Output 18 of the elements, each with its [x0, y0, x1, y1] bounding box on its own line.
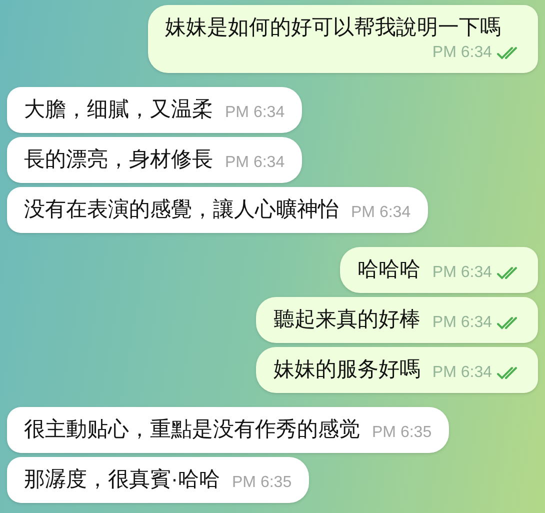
message-time: PM 6:34: [432, 313, 492, 333]
message-text: 聽起来真的好棒: [273, 307, 420, 333]
message-text: 妹妹是如何的好可以帮我說明一下嗎: [165, 15, 501, 41]
message-time: PM 6:34: [432, 263, 492, 283]
message-text: 没有在表演的感覺，讓人心曠神怡: [24, 197, 339, 223]
message-time: PM 6:34: [225, 103, 285, 123]
message-time: PM 6:34: [432, 363, 492, 383]
message-time: PM 6:34: [432, 43, 492, 63]
message-text: 哈哈哈: [357, 257, 420, 283]
message-time: PM 6:34: [351, 203, 411, 223]
message-text: 妹妹的服务好嗎: [273, 357, 420, 383]
message-time: PM 6:34: [225, 153, 285, 173]
message-text: 大膽，细膩，又温柔: [24, 97, 213, 123]
message-text: 長的漂亮，身材修長: [24, 147, 213, 173]
message-time: PM 6:35: [372, 423, 432, 443]
message-text: 那潺度，很真賓·哈哈: [24, 467, 220, 493]
message-text: 很主動贴心，重點是没有作秀的感觉: [24, 417, 360, 443]
message-time: PM 6:35: [232, 473, 292, 493]
